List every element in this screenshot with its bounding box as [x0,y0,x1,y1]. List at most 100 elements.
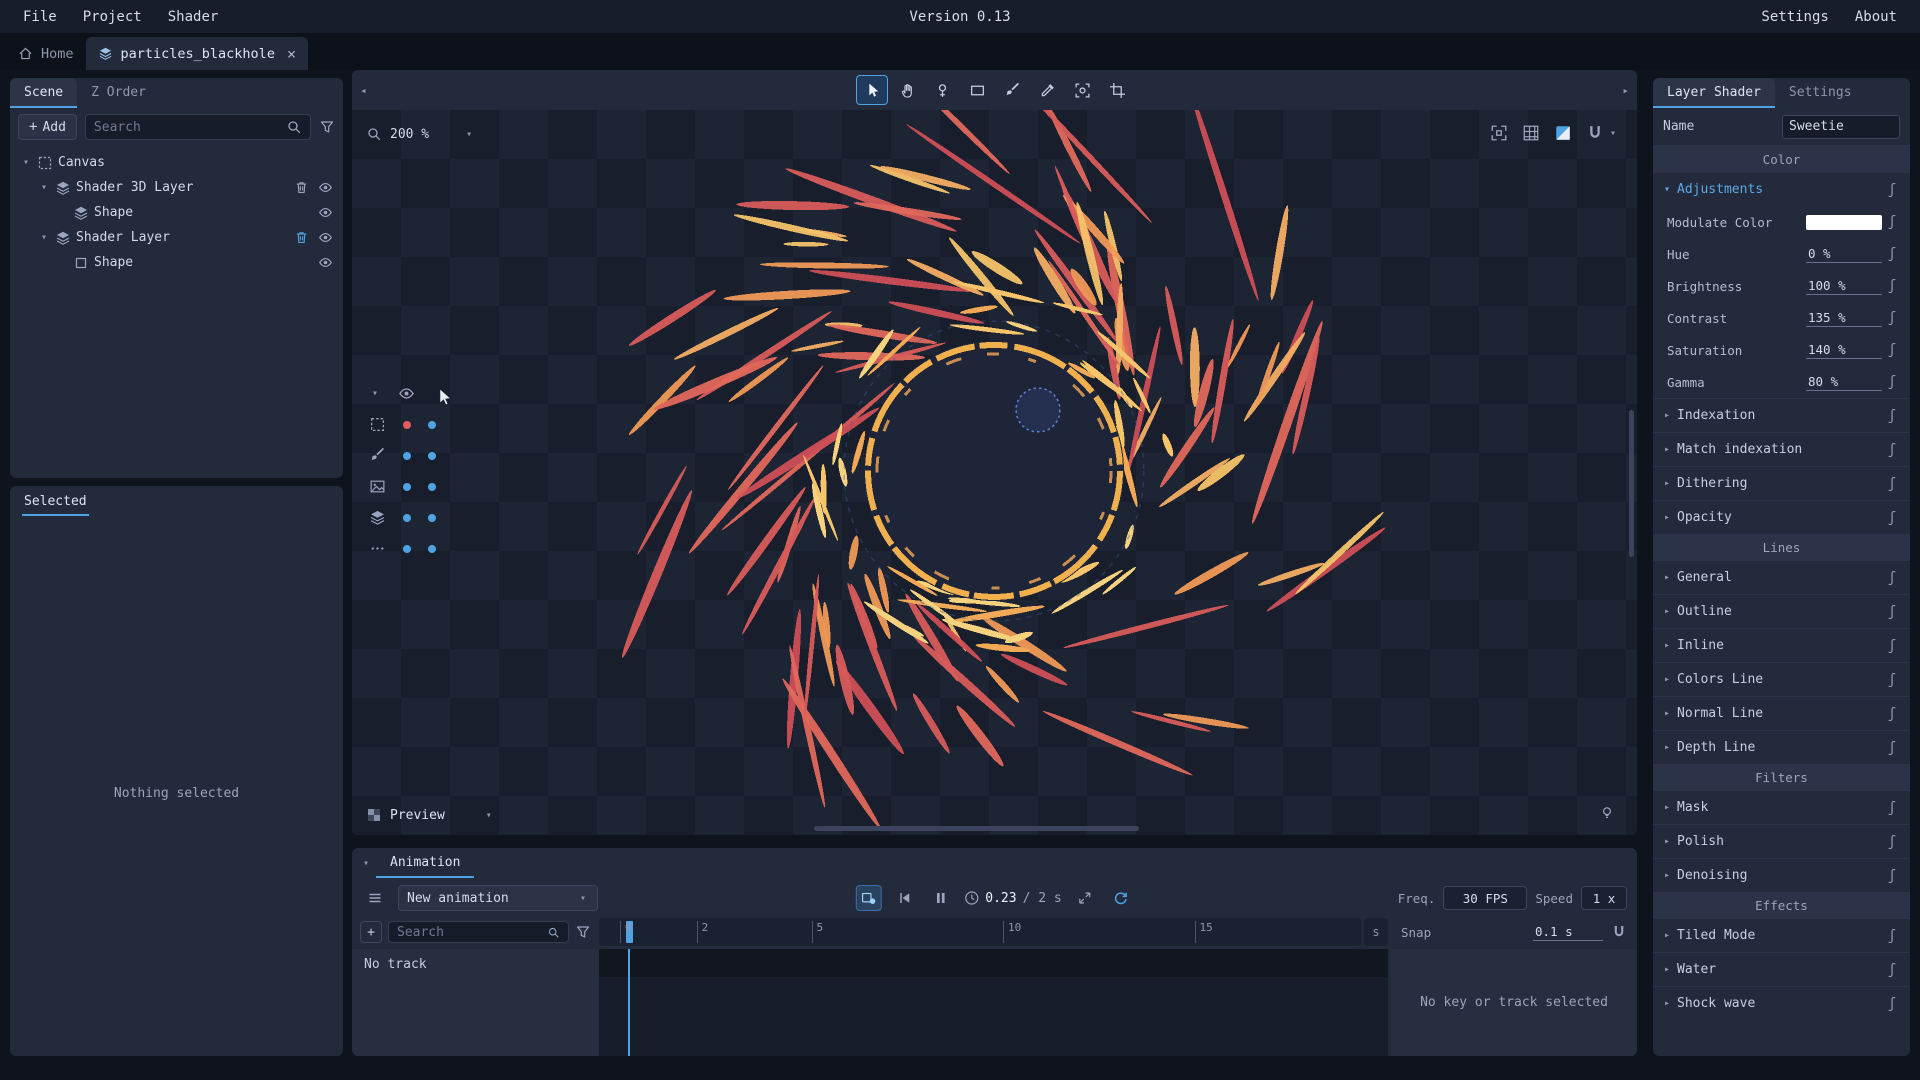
property-group-polish[interactable]: ▸Polishʃ [1653,824,1910,858]
eye-icon[interactable] [318,230,333,245]
menu-file[interactable]: File [10,9,70,25]
magnet-icon[interactable] [1611,924,1627,940]
trash-icon[interactable] [294,180,309,195]
overlay-row-more[interactable] [364,533,436,564]
animate-icon[interactable]: ʃ [1882,442,1902,458]
tab-settings[interactable]: Settings [1775,78,1866,108]
tree-row-shader-layer[interactable]: ▾Shader Layer [10,225,343,250]
value-field[interactable]: 140 % [1806,341,1882,359]
animate-icon[interactable]: ʃ [1882,214,1902,230]
menu-about[interactable]: About [1842,9,1910,25]
chevron-right-icon[interactable]: ▸ [1661,708,1673,719]
chevron-right-icon[interactable]: ▸ [1661,930,1673,941]
grid-button[interactable] [1522,124,1540,142]
chevron-right-icon[interactable]: ▸ [1661,836,1673,847]
chevron-right-icon[interactable]: ▸ [1661,572,1673,583]
hand-tool-button[interactable] [891,75,923,105]
collapse-left-icon[interactable]: ◂ [352,70,375,110]
chevron-right-icon[interactable]: ▸ [1661,870,1673,881]
close-icon[interactable]: × [287,45,296,63]
property-group-shock-wave[interactable]: ▸Shock waveʃ [1653,986,1910,1020]
tab-home[interactable]: Home [6,37,86,70]
property-group-depth-line[interactable]: ▸Depth Lineʃ [1653,730,1910,764]
snap-field[interactable]: 0.1 s [1533,923,1603,941]
toggle-dot[interactable] [428,514,436,522]
chevron-down-icon[interactable]: ▾ [1607,128,1619,139]
animate-icon[interactable]: ʃ [1882,834,1902,850]
animate-icon[interactable]: ʃ [1882,510,1902,526]
brush-tool-button[interactable] [996,75,1028,105]
time-current[interactable]: 0.23 [985,891,1016,906]
chevron-down-icon[interactable]: ▾ [463,129,475,140]
palette-button[interactable] [1554,124,1572,142]
canvas-viewport[interactable]: 200 % ▾ ▾ ▾ Preview ▾ [352,110,1637,835]
overlay-row-image[interactable] [364,471,436,502]
scene-search-input[interactable] [85,114,311,140]
fit-view-button[interactable] [1490,124,1508,142]
animate-icon[interactable]: ʃ [1882,374,1902,390]
track-grid[interactable] [599,949,1388,1056]
animate-icon[interactable]: ʃ [1882,706,1902,722]
track-search-field[interactable] [397,925,541,940]
eye-icon[interactable] [318,255,333,270]
track-menu-button[interactable] [362,885,388,911]
chevron-down-icon[interactable]: ▾ [360,858,372,869]
animate-icon[interactable]: ʃ [1882,928,1902,944]
pin-tool-button[interactable] [926,75,958,105]
collapse-right-icon[interactable]: ▸ [1614,70,1637,110]
zoom-area-tool-button[interactable] [1066,75,1098,105]
animate-icon[interactable]: ʃ [1882,570,1902,586]
chevron-right-icon[interactable]: ▸ [1661,512,1673,523]
animate-icon[interactable]: ʃ [1882,800,1902,816]
tree-row-canvas[interactable]: ▾Canvas [10,150,343,175]
animation-select[interactable]: New animation ▾ [398,885,598,911]
zoom-value[interactable]: 200 % [390,127,429,142]
animate-icon[interactable]: ʃ [1882,182,1902,198]
eye-icon[interactable] [318,180,333,195]
animate-icon[interactable]: ʃ [1882,740,1902,756]
animate-icon[interactable]: ʃ [1882,408,1902,424]
toggle-dot[interactable] [403,483,411,491]
color-swatch[interactable] [1806,215,1882,230]
timeline-ruler[interactable]: 0251015 [599,918,1361,946]
toggle-dot[interactable] [403,545,411,553]
speed-field[interactable]: 1 x [1581,886,1627,910]
tree-row-shader-3d-layer[interactable]: ▾Shader 3D Layer [10,175,343,200]
property-group-denoising[interactable]: ▸Denoisingʃ [1653,858,1910,892]
overlay-row-brush[interactable] [364,440,436,471]
toggle-dot[interactable] [403,421,411,429]
property-group-mask[interactable]: ▸Maskʃ [1653,790,1910,824]
skip-start-button[interactable] [891,885,917,911]
animate-icon[interactable]: ʃ [1882,638,1902,654]
tab-document[interactable]: particles_blackhole × [86,37,308,70]
select-tool-button[interactable] [856,75,888,105]
zoom-widget[interactable]: 200 % ▾ [366,126,475,142]
property-group-indexation[interactable]: ▸Indexationʃ [1653,398,1910,432]
animate-icon[interactable]: ʃ [1882,310,1902,326]
property-group-colors-line[interactable]: ▸Colors Lineʃ [1653,662,1910,696]
toggle-dot[interactable] [403,452,411,460]
playhead-line[interactable] [628,949,630,1056]
property-group-opacity[interactable]: ▸Opacityʃ [1653,500,1910,534]
track-list[interactable]: No track [352,949,599,1056]
animate-icon[interactable]: ʃ [1882,996,1902,1012]
chevron-right-icon[interactable]: ▸ [1661,964,1673,975]
eye-icon[interactable] [318,205,333,220]
search-field[interactable] [94,120,280,135]
tree-row-shape[interactable]: Shape [10,250,343,275]
tab-z-order[interactable]: Z Order [77,78,160,108]
chevron-right-icon[interactable]: ▸ [1661,444,1673,455]
chevron-down-icon[interactable]: ▾ [38,182,50,193]
vertical-scrollbar[interactable] [1629,410,1634,557]
chevron-down-icon[interactable]: ▾ [1661,184,1673,195]
chevron-right-icon[interactable]: ▸ [1661,998,1673,1009]
chevron-right-icon[interactable]: ▸ [1661,742,1673,753]
eye-icon[interactable] [398,385,415,402]
loop-button[interactable] [1108,885,1134,911]
name-field[interactable] [1782,115,1900,139]
add-track-button[interactable]: + [360,921,382,943]
property-group-inline[interactable]: ▸Inlineʃ [1653,628,1910,662]
property-group-general[interactable]: ▸Generalʃ [1653,560,1910,594]
animate-icon[interactable]: ʃ [1882,672,1902,688]
eyedropper-tool-button[interactable] [1031,75,1063,105]
